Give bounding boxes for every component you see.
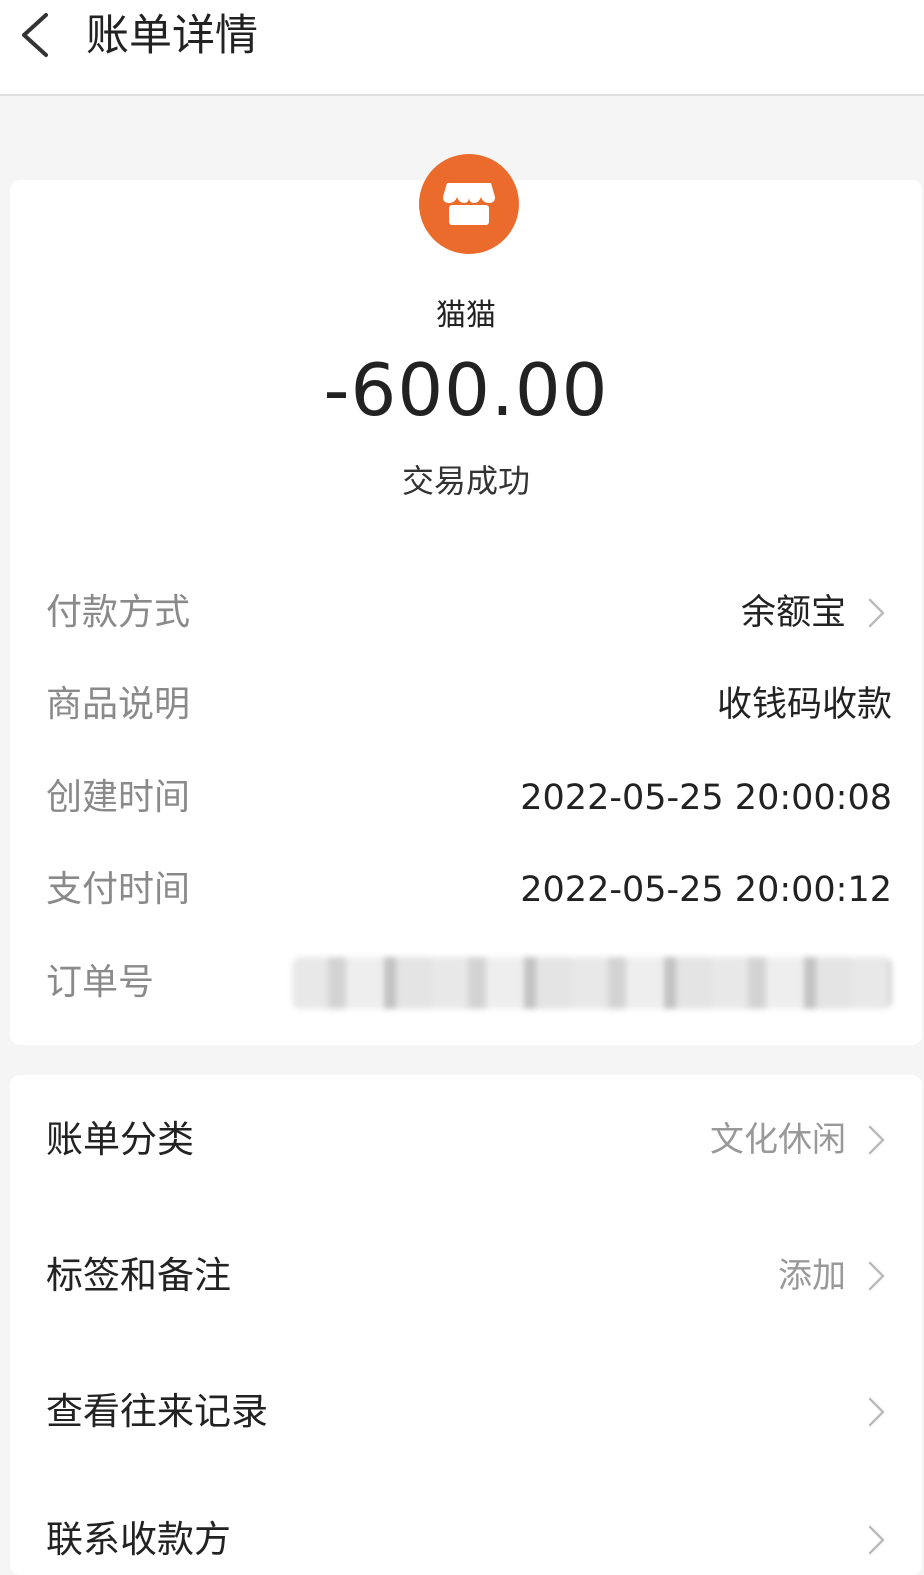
page-title: 账单详情 xyxy=(86,11,258,61)
redacted-order-number xyxy=(292,957,892,1009)
detail-row-description: 商品说明 收钱码收款 xyxy=(46,675,892,735)
action-row-transaction-history[interactable]: 查看往来记录 xyxy=(46,1377,892,1447)
transaction-amount: -600.00 xyxy=(323,348,609,432)
detail-row-order-number: 订单号 xyxy=(46,953,892,1013)
detail-value: 2022-05-25 20:00:08 xyxy=(520,778,892,818)
transaction-status: 交易成功 xyxy=(401,462,530,500)
detail-label: 商品说明 xyxy=(46,684,191,725)
chevron-right-icon xyxy=(860,1396,892,1428)
chevron-right-icon xyxy=(860,597,892,629)
action-label: 标签和备注 xyxy=(46,1254,231,1297)
merchant-avatar xyxy=(419,154,519,254)
detail-row-paid-time: 支付时间 2022-05-25 20:00:12 xyxy=(46,860,892,920)
detail-label: 付款方式 xyxy=(46,592,191,633)
action-row-bill-category[interactable]: 账单分类 文化休闲 xyxy=(46,1105,892,1175)
action-row-contact-payee[interactable]: 联系收款方 xyxy=(46,1505,892,1575)
action-label: 联系收款方 xyxy=(46,1518,231,1561)
action-label: 查看往来记录 xyxy=(46,1390,268,1433)
detail-value: 收钱码收款 xyxy=(716,685,892,725)
bill-actions-card: 账单分类 文化休闲 标签和备注 添加 查看往来记录 联系收款方 xyxy=(10,1075,922,1575)
detail-row-payment-method[interactable]: 付款方式 余额宝 xyxy=(46,583,892,643)
action-row-tags-notes[interactable]: 标签和备注 添加 xyxy=(46,1241,892,1311)
back-button[interactable] xyxy=(10,10,60,60)
action-value: 文化休闲 xyxy=(710,1120,846,1160)
detail-label: 创建时间 xyxy=(46,777,191,818)
action-value: 添加 xyxy=(778,1256,846,1296)
action-label: 账单分类 xyxy=(46,1118,194,1161)
header-bar: 账单详情 xyxy=(0,0,924,96)
detail-value: 余额宝 xyxy=(740,593,846,633)
shop-icon xyxy=(443,183,495,225)
detail-row-created-time: 创建时间 2022-05-25 20:00:08 xyxy=(46,768,892,828)
chevron-left-icon xyxy=(22,13,48,57)
chevron-right-icon xyxy=(860,1260,892,1292)
detail-label: 支付时间 xyxy=(46,869,191,910)
chevron-right-icon xyxy=(860,1524,892,1556)
merchant-name: 猫猫 xyxy=(436,298,496,333)
detail-value: 2022-05-25 20:00:12 xyxy=(520,870,892,910)
chevron-right-icon xyxy=(860,1124,892,1156)
detail-label: 订单号 xyxy=(46,962,155,1003)
transaction-detail-card: 猫猫 -600.00 交易成功 付款方式 余额宝 商品说明 收钱码收款 创建时间… xyxy=(10,154,922,1045)
